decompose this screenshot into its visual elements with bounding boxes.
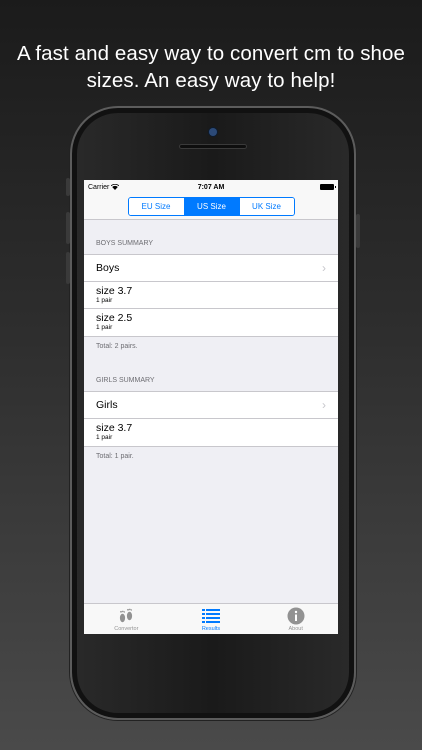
item-quantity: 1 pair — [96, 434, 113, 441]
boys-group: Boys › size 3.7 1 pair size 2.5 1 pair — [84, 254, 338, 337]
boys-section-header: BOYS SUMMARY — [96, 240, 154, 247]
headline-line-2: sizes. An easy way to help! — [86, 69, 336, 92]
battery-icon — [320, 184, 336, 190]
footprints-icon — [117, 607, 135, 625]
segment-eu-size[interactable]: EU Size — [128, 198, 184, 215]
chevron-right-icon: › — [322, 261, 326, 275]
girls-section-header: GIRLS SUMMARY — [96, 377, 155, 384]
list-item: size 3.7 1 pair — [84, 282, 338, 309]
promo-headline: A fast and easy way to convert cm to sho… — [0, 40, 422, 94]
app-screen: Carrier 7:07 AM EU Size US Size UK Size … — [84, 180, 338, 634]
segment-us-size[interactable]: US Size — [183, 198, 239, 215]
tab-bar: Convertor Results About — [84, 603, 338, 634]
tab-results[interactable]: Results — [169, 604, 254, 634]
results-list: BOYS SUMMARY Boys › size 3.7 1 pair size… — [84, 220, 338, 481]
tab-about-label: About — [288, 626, 303, 632]
boys-total: Total: 2 pairs. — [96, 343, 138, 350]
navigation-bar: EU Size US Size UK Size — [84, 194, 338, 220]
power-button — [356, 214, 360, 248]
status-time: 7:07 AM — [197, 183, 225, 191]
list-item: size 2.5 1 pair — [84, 309, 338, 336]
segment-uk-size[interactable]: UK Size — [238, 198, 294, 215]
girls-nav-row[interactable]: Girls › — [84, 392, 338, 419]
item-quantity: 1 pair — [96, 296, 113, 304]
status-bar: Carrier 7:07 AM — [84, 180, 338, 194]
camera-icon — [209, 128, 217, 136]
tab-convertor-label: Convertor — [114, 626, 139, 632]
girls-nav-label: Girls — [96, 399, 118, 411]
mute-switch — [66, 178, 70, 196]
headline-line-1: A fast and easy way to convert cm to sho… — [16, 42, 406, 65]
speaker-grille — [179, 144, 247, 149]
tab-results-label: Results — [201, 626, 221, 632]
volume-up-button — [66, 212, 70, 244]
boys-nav-row[interactable]: Boys › — [84, 255, 338, 282]
girls-total: Total: 1 pair. — [96, 453, 134, 460]
list-icon — [202, 607, 220, 625]
girls-group: Girls › size 3.7 1 pair — [84, 391, 338, 447]
item-size: size 2.5 — [96, 312, 133, 324]
boys-nav-label: Boys — [96, 262, 120, 274]
item-quantity: 1 pair — [96, 324, 113, 331]
item-size: size 3.7 — [96, 422, 133, 434]
volume-down-button — [66, 252, 70, 284]
list-item: size 3.7 1 pair — [84, 419, 338, 446]
tab-convertor[interactable]: Convertor — [84, 604, 169, 634]
info-icon — [287, 607, 305, 625]
chevron-right-icon: › — [322, 398, 326, 412]
size-system-selector: EU Size US Size UK Size — [127, 197, 295, 216]
item-size: size 3.7 — [96, 284, 133, 297]
tab-about[interactable]: About — [253, 604, 338, 634]
